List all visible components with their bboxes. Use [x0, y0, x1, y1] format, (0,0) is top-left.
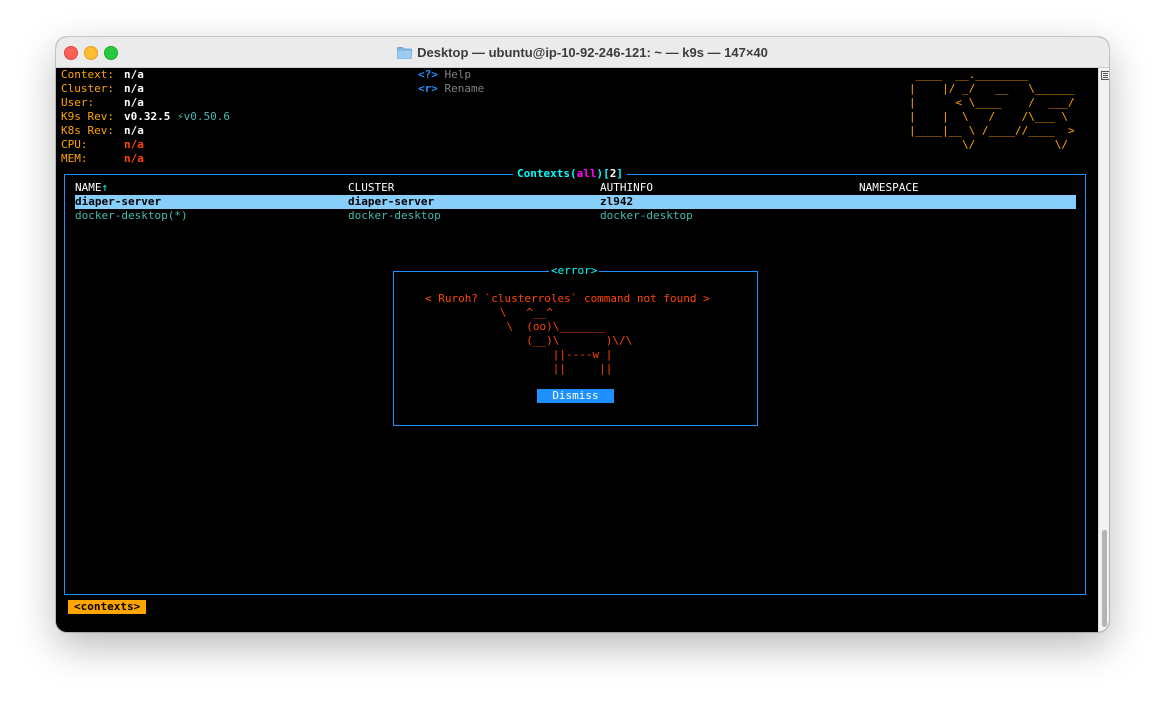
error-dialog: <error> < Ruroh? `clusterroles` command … [393, 264, 758, 426]
folder-icon [397, 47, 412, 59]
row-0-cluster: diaper-server [348, 195, 435, 208]
panel-title: Contexts(all)[2] [513, 167, 627, 181]
scrollbar-thumb[interactable] [1102, 530, 1107, 627]
sort-arrow-icon: ↑ [101, 181, 109, 194]
row-0-authinfo: zl942 [600, 195, 634, 208]
dialog-title: <error> [549, 264, 600, 278]
hint-help: <?> Help [418, 68, 471, 81]
info-k9s-rev: K9s Rev: v0.32.5 ⚡v0.50.6 [61, 110, 230, 123]
terminal-content[interactable]: Context: n/a Cluster: n/a User: n/a K9s Rev… [56, 68, 1098, 632]
cow-ascii-art: \ ^__^ \ (oo)\_______ (__)\ )\/\ ||----w… [460, 306, 633, 375]
info-cpu: CPU: n/a [61, 138, 144, 151]
window-title: Desktop — ubuntu@ip-10-92-246-121: ~ — k… [417, 44, 768, 60]
header-namespace[interactable]: NAMESPACE [859, 181, 919, 195]
error-message: < Ruroh? `clusterroles` command not foun… [425, 292, 710, 305]
header-authinfo[interactable]: AUTHINFO [600, 181, 653, 195]
table-row-selected[interactable] [75, 195, 1076, 209]
scrollbar-menu-icon[interactable] [1101, 71, 1109, 80]
hint-rename: <r> Rename [418, 82, 485, 95]
info-k8s-rev: K8s Rev: n/a [61, 124, 144, 137]
header-name[interactable]: NAME↑ [75, 181, 108, 195]
info-mem: MEM: n/a [61, 152, 144, 165]
update-version: ⚡v0.50.6 [176, 110, 230, 123]
row-1-name[interactable]: docker-desktop(*) [75, 209, 188, 223]
k9s-logo: ____ __.________ | |/ _/ __ \______ | < \… [909, 68, 1075, 151]
row-1-authinfo: docker-desktop [600, 209, 693, 222]
scrollbar[interactable] [1098, 68, 1109, 632]
dismiss-button[interactable]: Dismiss [537, 389, 614, 403]
info-context: Context: n/a [61, 68, 144, 81]
title-bar: Desktop — ubuntu@ip-10-92-246-121: ~ — k… [56, 37, 1109, 68]
info-user: User: n/a [61, 96, 144, 109]
header-cluster[interactable]: CLUSTER [348, 181, 394, 195]
breadcrumb: <contexts> [68, 600, 147, 614]
row-0-name[interactable]: diaper-server [75, 195, 161, 209]
row-1-cluster: docker-desktop [348, 209, 441, 222]
terminal-window: Desktop — ubuntu@ip-10-92-246-121: ~ — k… [56, 37, 1109, 632]
info-cluster: Cluster: n/a [61, 82, 144, 95]
